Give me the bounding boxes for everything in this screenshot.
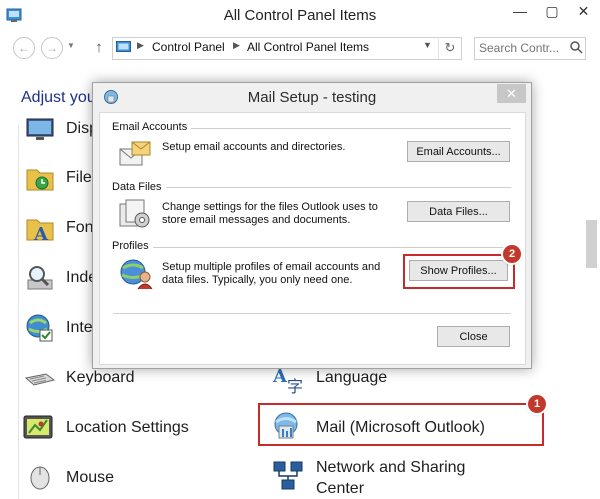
minimize-button[interactable]: — <box>505 0 535 24</box>
list-divider <box>18 125 19 499</box>
keyboard-icon <box>24 373 56 386</box>
fonts-icon: A <box>26 219 54 244</box>
forward-button[interactable]: → <box>41 37 63 59</box>
item-network-sharing-line2: Center <box>316 480 365 497</box>
back-button[interactable]: ← <box>13 37 35 59</box>
data-files-label: Data Files <box>112 181 166 193</box>
email-accounts-icon <box>119 141 151 166</box>
profiles-label: Profiles <box>112 240 153 252</box>
step-badge-2: 2 <box>503 245 521 263</box>
profiles-description-line2: data files. Typically, you only need one… <box>162 274 353 286</box>
data-files-description-line1: Change settings for the files Outlook us… <box>162 201 378 213</box>
item-keyboard[interactable]: Keyboard <box>66 369 135 387</box>
group-divider <box>113 187 511 188</box>
email-accounts-button[interactable]: Email Accounts... <box>407 141 510 162</box>
scrollbar-thumb[interactable] <box>586 220 597 268</box>
page-heading: Adjust you <box>21 89 96 106</box>
up-arrow-icon[interactable]: ↑ <box>92 37 106 59</box>
recent-pages-chevron-icon[interactable]: ▼ <box>67 41 75 50</box>
data-files-icon <box>119 199 150 228</box>
data-files-description-line2: store email messages and documents. <box>162 214 351 226</box>
svg-text:字: 字 <box>287 377 303 394</box>
item-network-sharing[interactable]: Network and Sharing <box>316 459 465 477</box>
email-accounts-label: Email Accounts <box>112 121 192 133</box>
dialog-title: Mail Setup - testing <box>247 89 377 106</box>
data-files-button[interactable]: Data Files... <box>407 201 510 222</box>
address-dropdown-icon[interactable]: ▼ <box>423 40 432 50</box>
step-badge-1: 1 <box>528 395 546 413</box>
item-fonts[interactable]: Fon <box>66 219 94 237</box>
control-panel-icon <box>116 41 131 52</box>
group-divider <box>113 247 511 248</box>
breadcrumb-separator-icon: ▶ <box>137 40 144 50</box>
item-mouse[interactable]: Mouse <box>66 469 114 487</box>
file-history-icon <box>26 169 54 191</box>
dialog-close-button[interactable]: ✕ <box>497 84 526 103</box>
maximize-button[interactable]: ▢ <box>537 0 567 24</box>
group-divider <box>113 313 511 314</box>
search-icon[interactable] <box>569 40 583 54</box>
profiles-description-line1: Setup multiple profiles of email account… <box>162 261 381 273</box>
location-icon <box>23 415 53 439</box>
breadcrumb-control-panel[interactable]: Control Panel <box>152 40 225 54</box>
internet-options-icon <box>26 314 53 342</box>
item-location-settings[interactable]: Location Settings <box>66 419 189 437</box>
breadcrumb-separator-icon: ▶ <box>233 40 240 50</box>
item-internet-options[interactable]: Inte <box>66 319 93 337</box>
mail-highlight-box <box>258 403 544 446</box>
display-icon <box>26 118 54 140</box>
show-profiles-highlight-box <box>403 254 515 289</box>
close-button[interactable]: Close <box>437 326 510 347</box>
profiles-icon <box>120 259 153 290</box>
refresh-icon[interactable]: ↻ <box>438 37 461 58</box>
svg-text:A: A <box>272 366 288 387</box>
mouse-icon <box>30 466 50 490</box>
close-window-button[interactable]: ✕ <box>567 0 600 24</box>
svg-text:A: A <box>33 224 49 244</box>
email-accounts-description: Setup email accounts and directories. <box>162 141 346 153</box>
indexing-icon <box>27 266 53 290</box>
scrollbar[interactable] <box>583 128 600 499</box>
item-file-history[interactable]: File <box>66 169 92 187</box>
network-icon <box>273 461 303 490</box>
item-language[interactable]: Language <box>316 369 387 387</box>
search-input[interactable] <box>479 41 559 55</box>
breadcrumb-all-items[interactable]: All Control Panel Items <box>247 40 369 54</box>
